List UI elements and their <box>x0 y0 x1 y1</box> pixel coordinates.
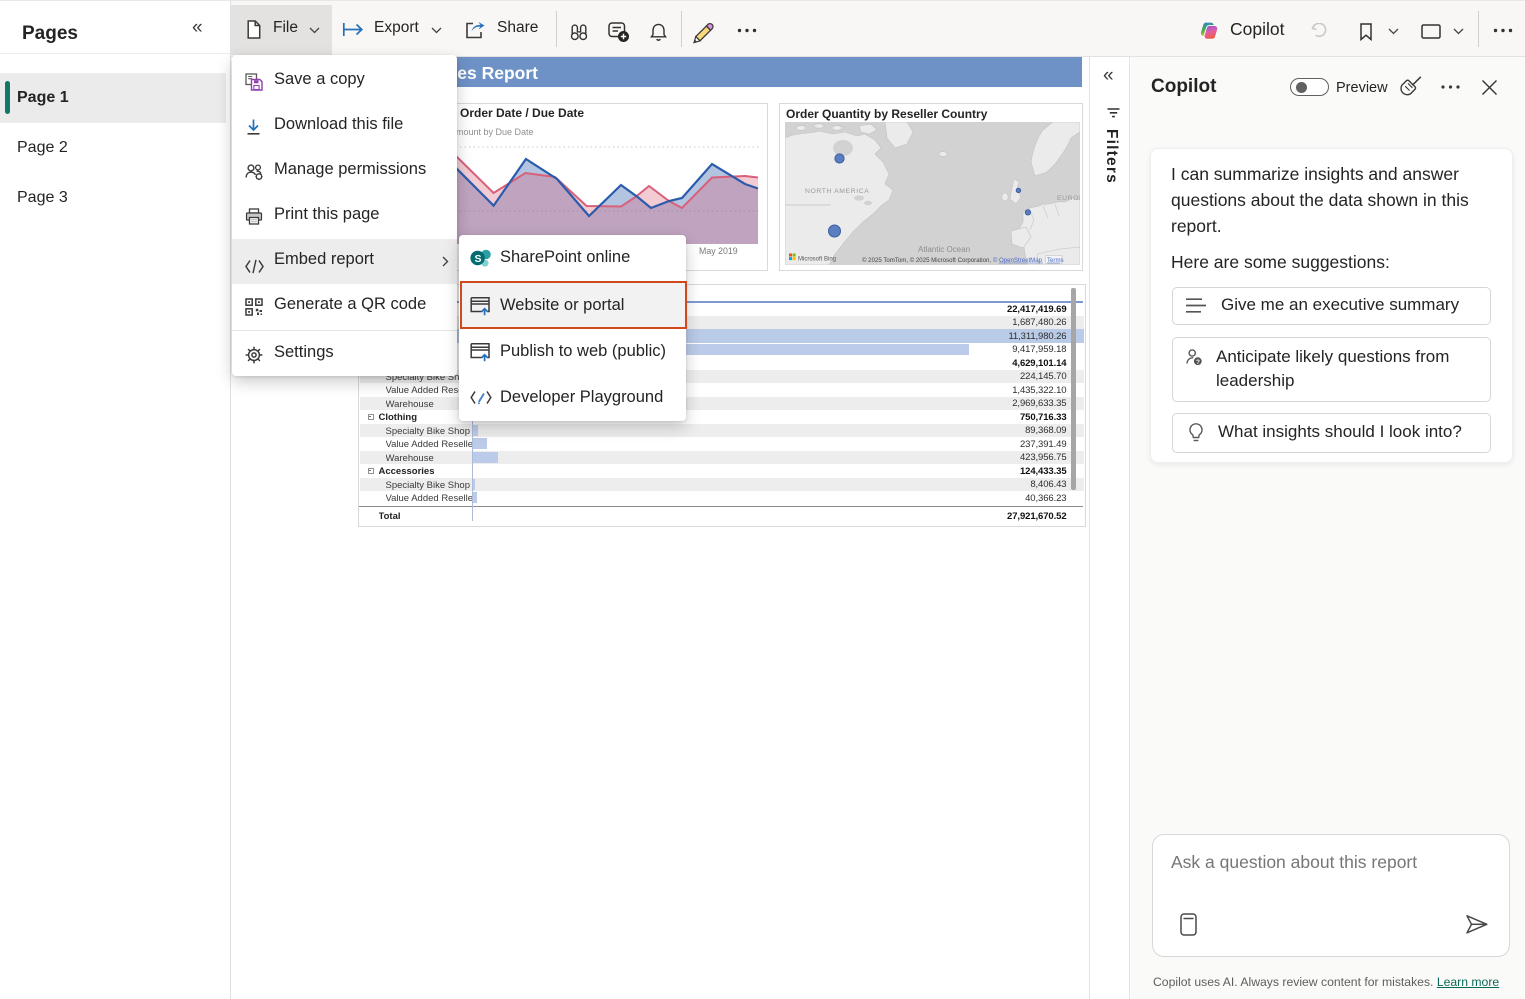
svg-text:?: ? <box>1196 359 1200 366</box>
svg-text:May 2019: May 2019 <box>699 246 738 256</box>
svg-text:Order Date / Due Date: Order Date / Due Date <box>460 106 584 120</box>
svg-text:Microsoft Bing: Microsoft Bing <box>798 256 836 262</box>
svg-text:Atlantic Ocean: Atlantic Ocean <box>918 245 970 254</box>
svg-text:EUROP: EUROP <box>1057 195 1080 202</box>
svg-text:S: S <box>475 253 482 265</box>
svg-text:NORTH AMERICA: NORTH AMERICA <box>805 188 869 195</box>
svg-text:mount by Due Date: mount by Due Date <box>456 127 534 137</box>
svg-text:Order Quantity by Reseller Cou: Order Quantity by Reseller Country <box>786 107 988 121</box>
